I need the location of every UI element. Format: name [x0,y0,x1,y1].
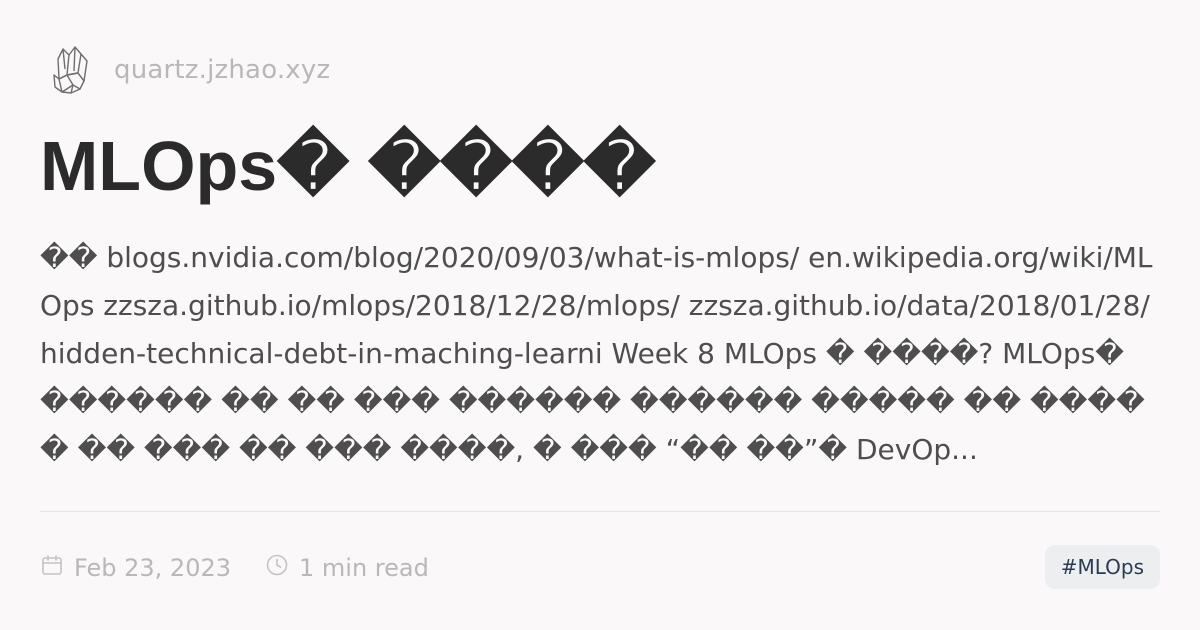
page-title: MLOps� ���� [40,127,656,205]
read-time: 1 min read [299,554,429,582]
calendar-icon [40,553,74,583]
read-time-meta: 1 min read [265,553,429,583]
crystal-cluster-icon [40,40,100,100]
article-description: �� blogs.nvidia.com/blog/2020/09/03/what… [40,241,1153,466]
site-header: quartz.jzhao.xyz [40,40,330,100]
date-meta: Feb 23, 2023 [40,553,231,583]
publish-date: Feb 23, 2023 [74,554,231,582]
site-name[interactable]: quartz.jzhao.xyz [114,55,330,85]
og-card: quartz.jzhao.xyz MLOps� ���� �� blogs.nv… [0,0,1200,630]
clock-icon [265,553,299,583]
article-meta: Feb 23, 2023 1 min read [40,546,463,590]
tag-mlops[interactable]: #MLOps [1044,545,1160,589]
divider [40,511,1160,512]
